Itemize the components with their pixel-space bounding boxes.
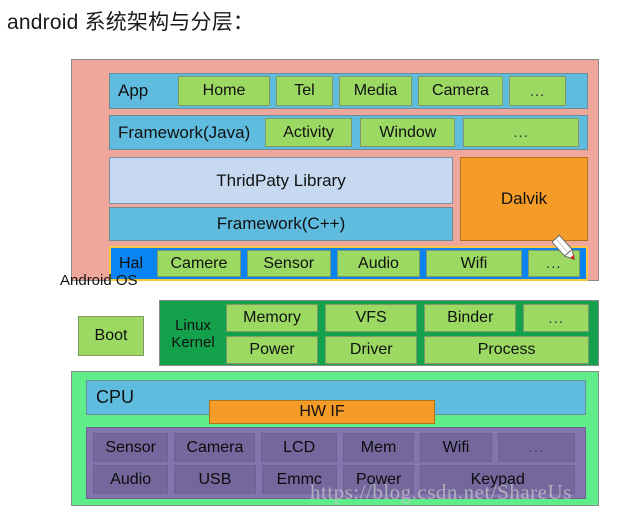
app-item-camera[interactable]: Camera bbox=[418, 76, 503, 106]
framework-java-title: Framework(Java) bbox=[118, 122, 251, 142]
android-os-label: Android OS bbox=[60, 272, 138, 289]
hal-item-wifi[interactable]: Wifi bbox=[426, 250, 522, 277]
third-party-library-box: ThridPaty Library bbox=[109, 157, 453, 204]
hardware-item-keypad[interactable]: Keypad bbox=[420, 465, 575, 494]
app-item-more[interactable]: ... bbox=[509, 76, 566, 106]
boot-box: Boot bbox=[78, 316, 144, 356]
framework-java-row: Framework(Java) Activity Window ... bbox=[109, 115, 588, 150]
linux-kernel-label-line2: Kernel bbox=[171, 334, 215, 351]
kernel-item-memory[interactable]: Memory bbox=[226, 304, 319, 332]
hal-item-audio[interactable]: Audio bbox=[336, 250, 421, 277]
framework-java-item-more[interactable]: ... bbox=[463, 118, 579, 147]
hardware-item-power[interactable]: Power bbox=[342, 465, 415, 494]
hardware-row-bottom: Audio USB Emmc Power Keypad bbox=[93, 465, 581, 494]
kernel-item-power[interactable]: Power bbox=[226, 336, 319, 364]
hardware-panel: Sensor Camera LCD Mem Wifi ... Audio USB… bbox=[86, 427, 586, 499]
kernel-item-process[interactable]: Process bbox=[424, 336, 589, 364]
hardware-grid: Sensor Camera LCD Mem Wifi ... Audio USB… bbox=[93, 433, 581, 495]
kernel-module-row-top: Memory VFS Binder ... bbox=[226, 304, 596, 332]
app-layer-row: App Home Tel Media Camera ... bbox=[109, 73, 588, 109]
hardware-item-audio[interactable]: Audio bbox=[93, 465, 169, 494]
kernel-item-binder[interactable]: Binder bbox=[424, 304, 517, 332]
hal-item-sensor[interactable]: Sensor bbox=[246, 250, 331, 277]
hw-if-box: HW IF bbox=[209, 400, 435, 424]
kernel-item-vfs[interactable]: VFS bbox=[325, 304, 418, 332]
app-layer-title: App bbox=[118, 81, 149, 100]
hardware-item-lcd[interactable]: LCD bbox=[261, 433, 337, 462]
android-os-container: App Home Tel Media Camera ... Framework(… bbox=[71, 59, 599, 281]
kernel-item-driver[interactable]: Driver bbox=[325, 336, 418, 364]
app-item-tel[interactable]: Tel bbox=[276, 76, 333, 106]
hardware-item-mem[interactable]: Mem bbox=[342, 433, 415, 462]
hardware-item-usb[interactable]: USB bbox=[174, 465, 256, 494]
hardware-item-wifi[interactable]: Wifi bbox=[420, 433, 492, 462]
kernel-module-row-bottom: Power Driver Process bbox=[226, 336, 596, 364]
framework-java-item-window[interactable]: Window bbox=[360, 118, 456, 147]
app-item-home[interactable]: Home bbox=[178, 76, 270, 106]
hardware-row-top: Sensor Camera LCD Mem Wifi ... bbox=[93, 433, 581, 462]
framework-java-item-activity[interactable]: Activity bbox=[264, 118, 353, 147]
kernel-item-more[interactable]: ... bbox=[523, 304, 589, 332]
framework-cpp-box: Framework(C++) bbox=[109, 207, 453, 241]
hal-item-more[interactable]: ... bbox=[527, 250, 580, 277]
hardware-container: CPU Sensor Camera LCD Mem Wifi ... Audio… bbox=[71, 371, 599, 506]
page-title: android 系统架构与分层： bbox=[7, 11, 255, 34]
hal-layer-row: Hal Camere Sensor Audio Wifi ... bbox=[109, 246, 588, 281]
hal-item-camere[interactable]: Camere bbox=[157, 250, 241, 277]
linux-kernel-label: Linux Kernel bbox=[163, 304, 223, 364]
hal-layer-title: Hal bbox=[119, 254, 144, 272]
kernel-module-grid: Memory VFS Binder ... Power Driver Proce… bbox=[226, 304, 596, 364]
hardware-item-sensor[interactable]: Sensor bbox=[93, 433, 169, 462]
linux-kernel-label-line1: Linux bbox=[175, 316, 211, 334]
dalvik-box: Dalvik bbox=[460, 157, 588, 241]
app-item-media[interactable]: Media bbox=[339, 76, 412, 106]
linux-kernel-container: Linux Kernel Memory VFS Binder ... Power… bbox=[159, 300, 599, 366]
hardware-item-more[interactable]: ... bbox=[497, 433, 575, 462]
hardware-item-camera[interactable]: Camera bbox=[174, 433, 256, 462]
hardware-item-emmc[interactable]: Emmc bbox=[261, 465, 337, 494]
